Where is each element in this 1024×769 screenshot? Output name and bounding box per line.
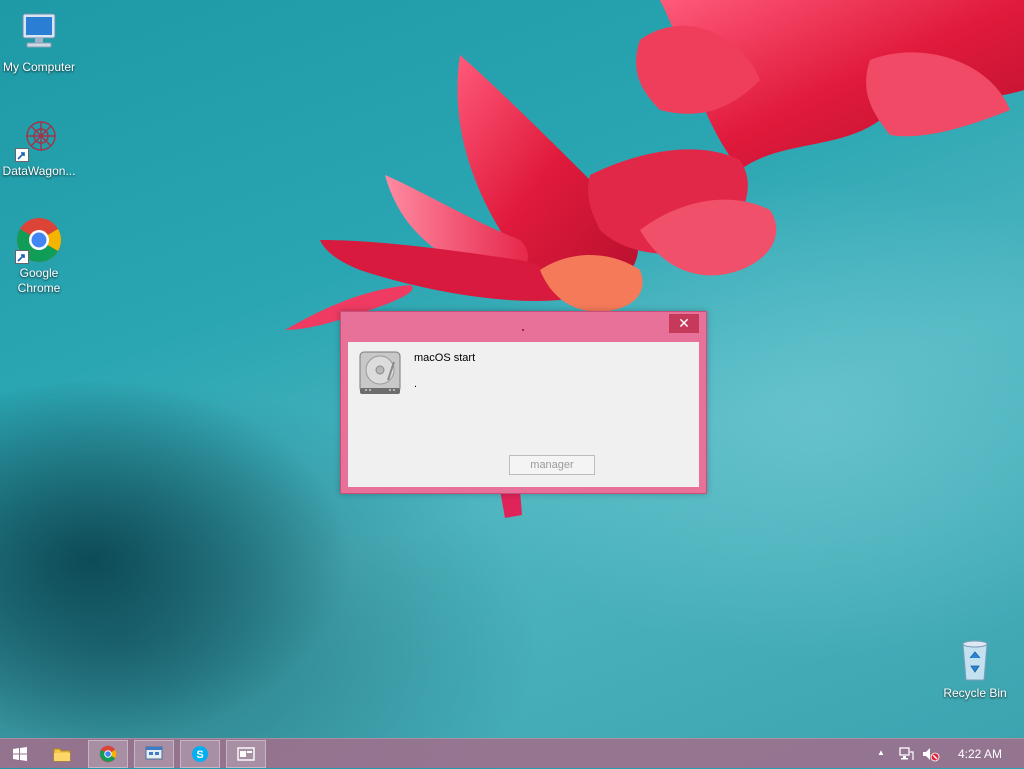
title-dot xyxy=(522,329,524,331)
taskbar-window-app[interactable] xyxy=(226,740,266,768)
skype-icon: S xyxy=(192,746,208,762)
taskbar-clock[interactable]: 4:22 AM xyxy=(958,747,1002,761)
chrome-icon xyxy=(99,745,117,763)
system-tray: ▲ 4:22 AM xyxy=(870,739,1024,769)
taskbar-skype[interactable]: S xyxy=(180,740,220,768)
svg-text:S: S xyxy=(196,749,203,761)
taskbar: S ▲ 4:22 AM xyxy=(0,738,1024,768)
hard-drive-icon xyxy=(358,350,402,396)
close-icon: ✕ xyxy=(678,315,690,331)
desktop-icon-my-computer[interactable]: My Computer xyxy=(0,10,78,75)
desktop-icon-datawagon[interactable]: DataWagon... xyxy=(0,114,78,179)
desktop-icon-google-chrome[interactable]: Google Chrome xyxy=(0,216,78,296)
taskbar-network-app[interactable] xyxy=(134,740,174,768)
desktop-icon-recycle-bin[interactable]: Recycle Bin xyxy=(936,636,1014,701)
network-icon[interactable] xyxy=(898,746,914,762)
folder-icon xyxy=(53,748,71,762)
chrome-icon xyxy=(15,216,63,264)
dialog-titlebar[interactable]: ✕ xyxy=(341,312,706,342)
close-button[interactable]: ✕ xyxy=(669,314,699,333)
window-icon xyxy=(237,747,255,761)
macos-start-dialog: ✕ macOS start . manager xyxy=(340,311,707,494)
windows-logo-icon xyxy=(13,747,27,761)
taskbar-chrome[interactable] xyxy=(88,740,128,768)
recycle-bin-icon xyxy=(951,636,999,684)
shortcut-arrow-icon xyxy=(15,148,29,162)
computer-icon xyxy=(15,10,63,58)
network-window-icon xyxy=(145,746,163,760)
taskbar-file-explorer[interactable] xyxy=(42,740,82,768)
shortcut-arrow-icon xyxy=(15,250,29,264)
desktop-icon-label: Google Chrome xyxy=(17,266,61,295)
desktop-icon-label: DataWagon... xyxy=(2,164,76,178)
desktop-icon-label: Recycle Bin xyxy=(943,686,1007,700)
start-button[interactable] xyxy=(0,740,40,768)
datawagon-icon xyxy=(15,114,63,162)
dialog-message-line2: . xyxy=(414,378,418,390)
dialog-message: macOS start xyxy=(414,352,476,364)
manager-button[interactable]: manager xyxy=(509,455,595,475)
show-hidden-icons-button[interactable]: ▲ xyxy=(877,748,885,757)
desktop-icon-label: My Computer xyxy=(2,60,76,74)
dialog-client-area: macOS start . manager xyxy=(348,342,699,487)
volume-muted-icon[interactable] xyxy=(922,746,940,762)
